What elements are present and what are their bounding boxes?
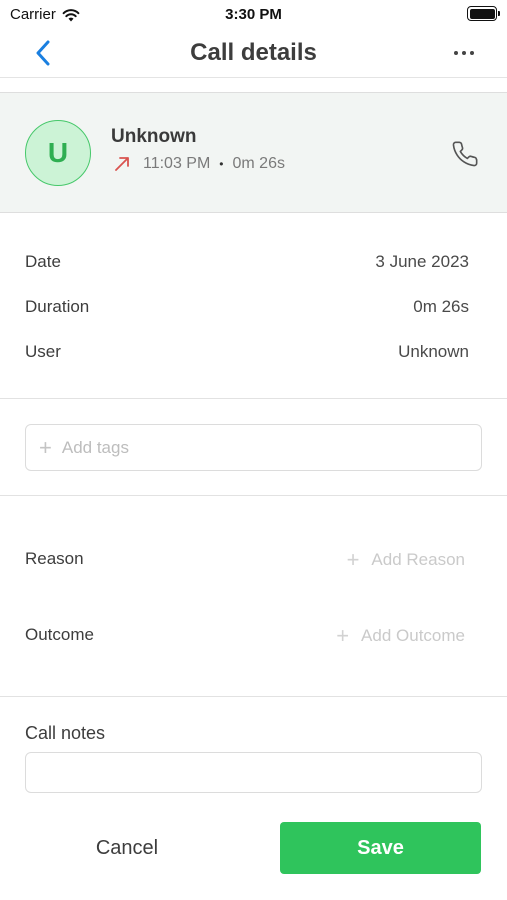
cancel-button[interactable]: Cancel [28,822,226,874]
meta-separator: • [219,157,224,171]
contact-card: U Unknown 11:03 PM • 0m 26s [0,92,507,213]
detail-label: Duration [25,297,90,316]
reason-row: Reason + Add Reason [25,549,465,575]
phone-icon [452,141,478,167]
detail-row-user: User Unknown [25,342,469,366]
tags-placeholder: Add tags [61,437,129,457]
detail-row-date: Date 3 June 2023 [25,252,469,276]
divider [0,696,507,697]
avatar: U [25,120,91,186]
detail-value: Unknown [398,342,469,361]
status-time: 3:30 PM [225,6,282,23]
outcome-row: Outcome + Add Outcome [25,625,465,651]
plus-icon: + [39,434,52,460]
divider [0,495,507,496]
call-duration: 0m 26s [232,155,285,172]
call-time: 11:03 PM [143,155,211,172]
outcome-label: Outcome [25,625,94,644]
outgoing-arrow-icon [115,157,129,171]
call-notes-input[interactable] [25,752,482,793]
call-notes-label: Call notes [25,723,106,743]
nav-bar: Call details [0,28,507,78]
save-button[interactable]: Save [280,822,481,874]
detail-value: 3 June 2023 [375,252,469,271]
add-tags-input[interactable]: + Add tags [25,424,482,471]
contact-name: Unknown [111,126,197,147]
battery-icon [467,6,500,21]
divider [0,398,507,399]
page-title: Call details [190,39,317,66]
add-outcome-label: Add Outcome [361,626,465,645]
plus-icon: + [336,623,350,648]
status-bar: Carrier 3:30 PM [0,0,507,28]
more-options-button[interactable] [449,40,479,66]
add-reason-label: Add Reason [371,550,465,569]
call-button[interactable] [451,140,479,168]
detail-value: 0m 26s [413,297,469,316]
more-horizontal-icon [454,51,458,55]
reason-label: Reason [25,549,84,568]
add-outcome-button[interactable]: + Add Outcome [336,625,465,647]
detail-label: User [25,342,61,361]
add-reason-button[interactable]: + Add Reason [347,549,465,571]
plus-icon: + [346,547,360,572]
detail-row-duration: Duration 0m 26s [25,297,469,321]
detail-label: Date [25,252,61,271]
call-meta: 11:03 PM • 0m 26s [113,155,285,173]
